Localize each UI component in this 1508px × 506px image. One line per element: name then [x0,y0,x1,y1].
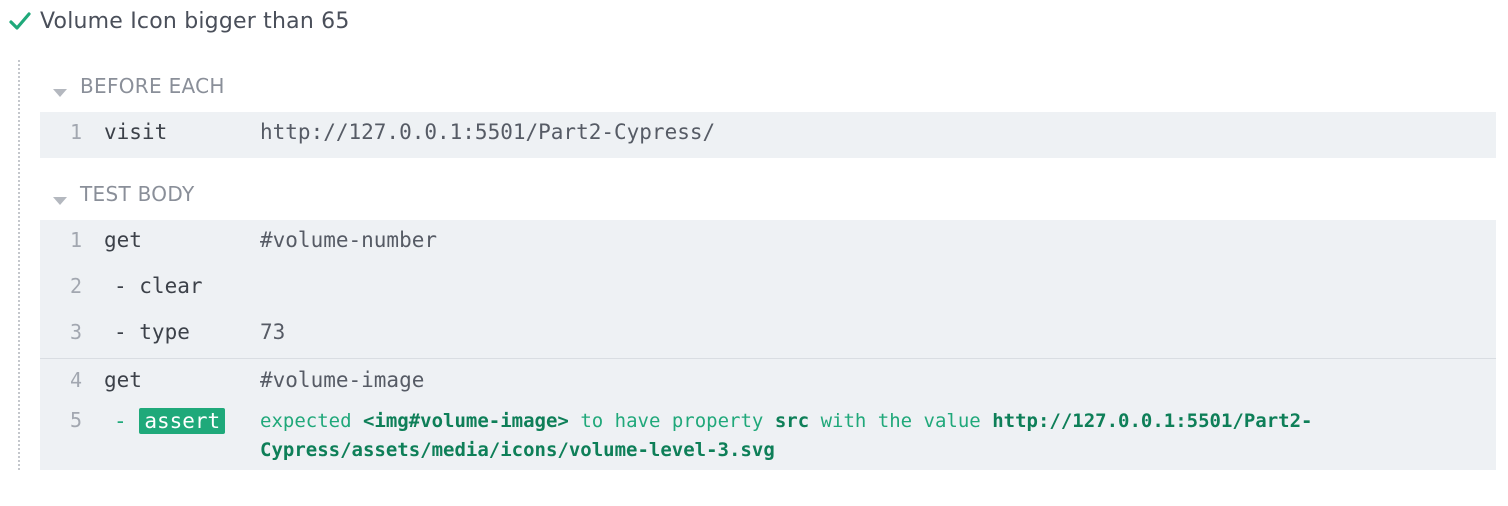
command-row[interactable]: 1 visit http://127.0.0.1:5501/Part2-Cypr… [40,120,1496,150]
command-row[interactable]: 4 get #volume-image [40,368,1496,398]
caret-down-icon [52,80,68,97]
assert-value-line1: http://127.0.0.1:5501/Part2- [992,410,1313,432]
command-row[interactable]: 3 - type 73 [40,320,1496,350]
command-prefix: - [114,409,127,433]
command-message: #volume-number [260,228,438,252]
hook-label: TEST BODY [80,182,195,206]
assert-with-the-value: with the value [820,410,981,432]
command-group-divider [40,358,1496,359]
command-row-assert[interactable]: 5 - assert expected <img#volume-image> t… [40,408,1496,466]
command-number: 5 [69,408,82,432]
hook-header-before-each[interactable]: BEFORE EACH [52,69,225,103]
command-number: 1 [69,228,82,252]
assert-value-line2: Cypress/assets/media/icons/volume-level-… [260,439,775,461]
command-message: 73 [260,320,286,344]
assert-property: src [774,410,810,432]
assert-expected: expected [260,410,352,432]
command-number: 3 [69,320,82,344]
command-row[interactable]: 1 get #volume-number [40,228,1496,258]
test-body-commands: 1 get #volume-number 2 - clear 3 - type … [40,220,1496,470]
command-name: - type [114,320,190,344]
test-gutter-line [18,60,20,470]
command-message: http://127.0.0.1:5501/Part2-Cypress/ [260,120,716,144]
command-name: visit [104,120,168,144]
test-title: Volume Icon bigger than 65 [40,8,350,34]
command-name: - clear [114,274,203,298]
command-number: 4 [69,368,82,392]
command-number: 1 [69,120,82,144]
command-row[interactable]: 2 - clear [40,274,1496,304]
command-message: #volume-image [260,368,425,392]
hook-label: BEFORE EACH [80,74,225,98]
test-header[interactable]: Volume Icon bigger than 65 [8,4,350,38]
check-icon [8,9,32,33]
hook-header-test-body[interactable]: TEST BODY [52,177,194,211]
assert-badge: assert [139,408,226,434]
command-number: 2 [69,274,82,298]
assert-subject: <img#volume-image> [362,410,569,432]
before-each-commands: 1 visit http://127.0.0.1:5501/Part2-Cypr… [40,112,1496,158]
assert-to-have-property: to have property [580,410,764,432]
command-name: get [104,368,142,392]
command-name: get [104,228,142,252]
assert-message: expected <img#volume-image> to have prop… [260,407,1460,465]
command-name: - assert [114,408,226,434]
caret-down-icon [52,188,68,205]
